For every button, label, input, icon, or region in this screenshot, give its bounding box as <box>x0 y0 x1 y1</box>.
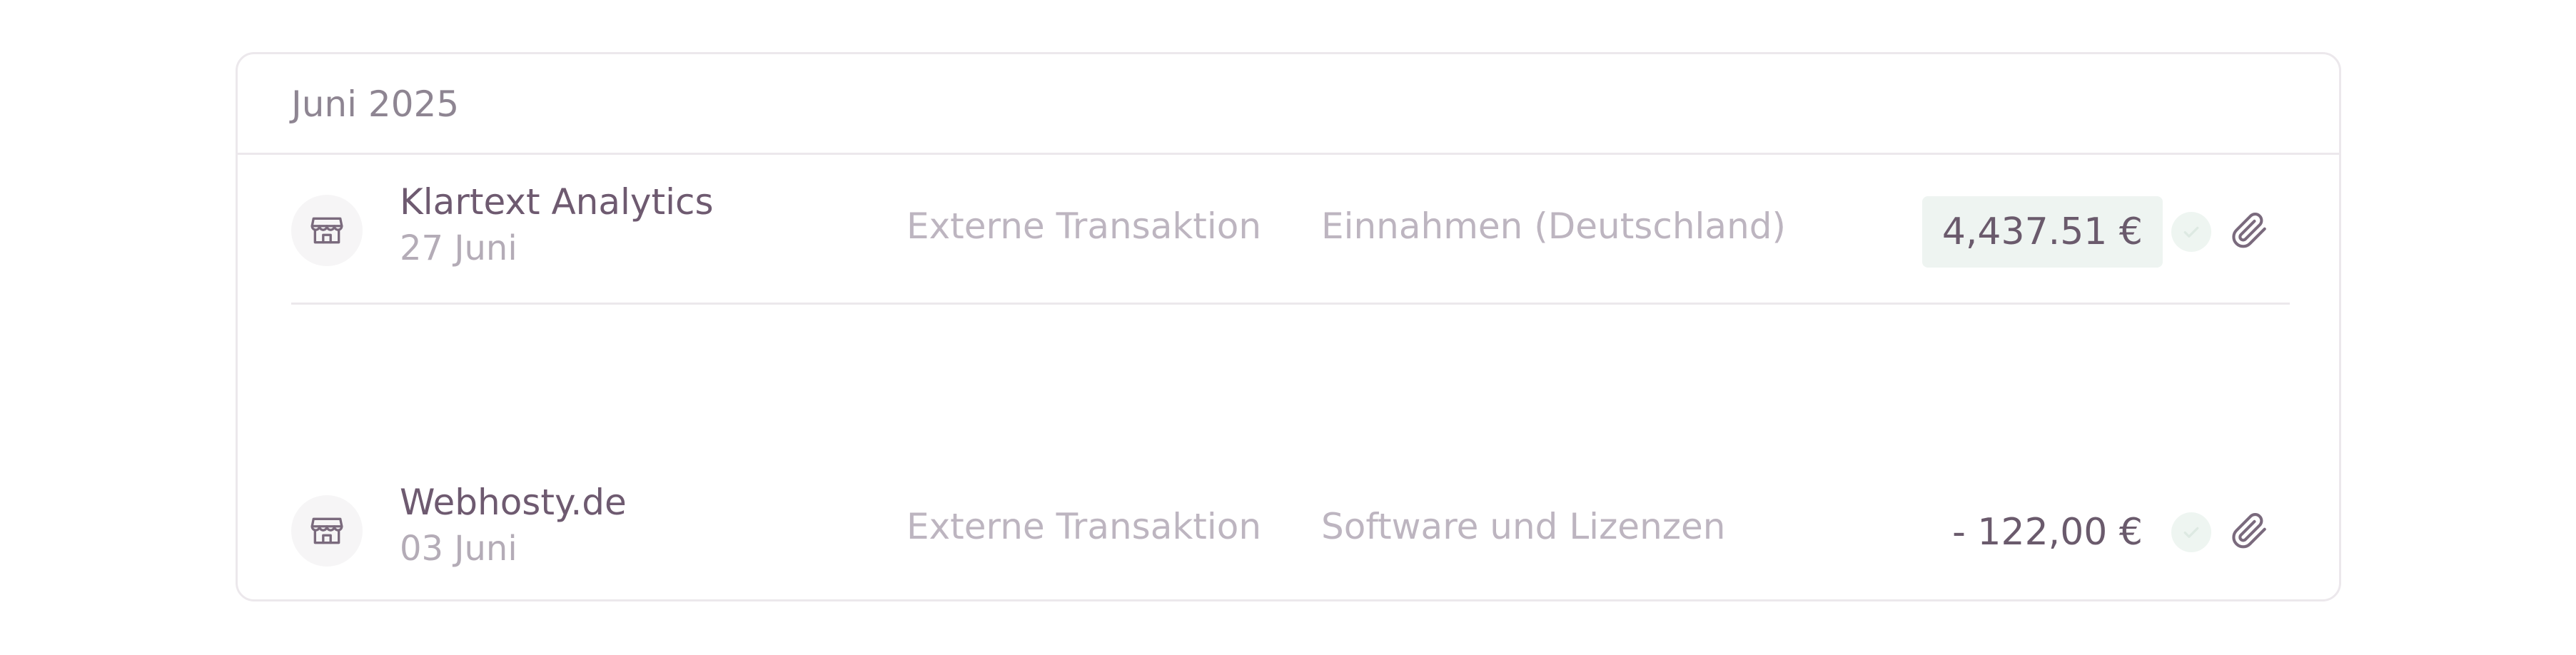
transaction-row[interactable]: Webhosty.de 03 Juni Externe Transaktion … <box>291 455 2290 605</box>
transaction-amount: 4,437.51 € <box>1921 196 2163 268</box>
month-group-header: Juni 2025 <box>238 54 2339 155</box>
transaction-date: 03 Juni <box>400 529 517 569</box>
merchant-name: Klartext Analytics <box>400 181 714 223</box>
transaction-type: Externe Transaktion <box>906 506 1262 547</box>
transaction-amount: - 122,00 € <box>1952 511 2143 554</box>
transaction-category[interactable]: Software und Lizenzen <box>1321 505 1725 548</box>
amount-cell: - 122,00 € <box>1932 497 2163 568</box>
transaction-category[interactable]: Einnahmen (Deutschland) <box>1321 205 1786 248</box>
month-label: Juni 2025 <box>291 83 460 125</box>
transaction-type: Externe Transaktion <box>906 205 1262 247</box>
check-icon[interactable] <box>2171 212 2211 252</box>
paperclip-icon[interactable] <box>2227 508 2270 554</box>
storefront-icon <box>291 195 363 266</box>
paperclip-icon[interactable] <box>2227 208 2270 253</box>
check-icon[interactable] <box>2171 512 2211 552</box>
storefront-icon <box>291 495 363 567</box>
transactions-card: Juni 2025 Klartext Analytics 27 Juni Ext… <box>236 52 2341 601</box>
transaction-row[interactable]: Klartext Analytics 27 Juni Externe Trans… <box>291 155 2290 305</box>
merchant-name: Webhosty.de <box>400 482 627 523</box>
amount-cell: 4,437.51 € <box>1921 196 2163 268</box>
transaction-date: 27 Juni <box>400 228 517 268</box>
